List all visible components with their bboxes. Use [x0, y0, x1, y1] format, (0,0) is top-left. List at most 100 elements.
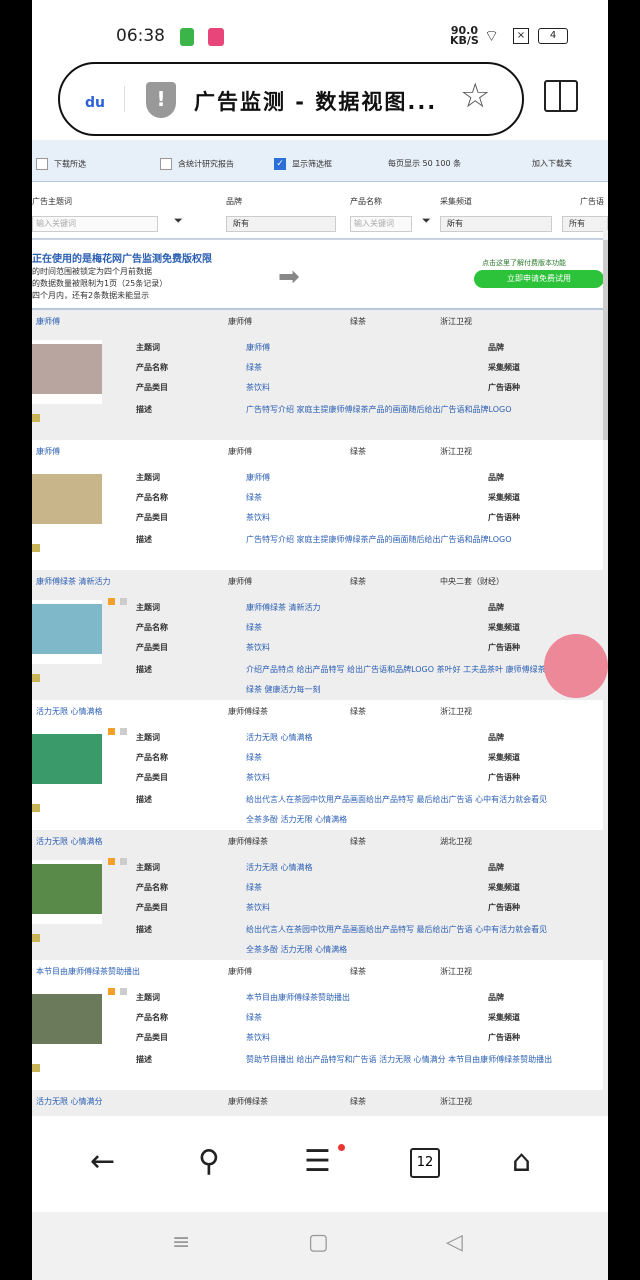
ad-thumbnail[interactable] [32, 340, 102, 404]
field-value[interactable]: 绿茶 [246, 752, 262, 763]
field-label: 广告语种 [488, 1033, 520, 1042]
free-version-notice: 正在使用的是梅花网广告监测免费版权限 的时间范围被锁定为四个月前数据 的数据数量… [32, 240, 608, 310]
add-to-download-button[interactable]: 加入下载夹 [532, 158, 572, 169]
field-value[interactable]: 本节目由康师傅绿茶赞助播出 [246, 992, 350, 1003]
favorite-icon[interactable] [32, 544, 40, 552]
include-report-checkbox[interactable]: 含统计研究报告 [160, 158, 234, 170]
field-label: 广告语种 [488, 513, 520, 522]
back-triangle-icon[interactable]: ◁ [446, 1230, 463, 1255]
product-input[interactable]: 输入关键词 [350, 216, 412, 232]
record-product: 绿茶 [350, 837, 366, 846]
apply-free-trial-button[interactable]: 立即申请免费试用 [474, 270, 604, 288]
per-page-selector[interactable]: 每页显示 50 100 条 [388, 158, 461, 169]
field-value[interactable]: 绿茶 [246, 882, 262, 893]
filter-icon[interactable]: ⏷ [422, 214, 431, 228]
ad-thumbnail[interactable] [32, 990, 102, 1054]
media-type-icon[interactable] [108, 988, 115, 995]
checkbox[interactable] [160, 158, 172, 170]
record-brand: 康师傅绿茶 [228, 1097, 268, 1106]
brand-select[interactable]: 所有 ⌄ [226, 216, 336, 232]
channel-select[interactable]: 所有 ⌄ [440, 216, 552, 232]
ad-record: 康师傅绿茶 清新活力 康师傅 绿茶 中央二套（财经） 主题词 康师傅绿茶 清新活力… [32, 570, 608, 700]
home-icon[interactable]: ⌂ [512, 1144, 531, 1179]
checkbox-checked[interactable]: ✓ [274, 158, 286, 170]
field-value[interactable]: 茶饮料 [246, 1032, 270, 1043]
notice-line: 四个月内，还有2条数据未能显示 [32, 291, 150, 300]
ad-thumbnail[interactable] [32, 470, 102, 534]
search-icon[interactable]: ⚲ [198, 1144, 220, 1179]
field-value[interactable]: 给出代言人在茶园中饮用产品画面给出产品特写 最后给出广告语 心中有活力就会看见 [246, 924, 547, 935]
media-type-icon[interactable] [108, 858, 115, 865]
favorite-icon[interactable] [32, 674, 40, 682]
download-selected-button[interactable]: 下载所选 [36, 158, 86, 170]
ad-thumbnail[interactable] [32, 600, 102, 664]
filter-label-product: 产品名称 [350, 197, 382, 206]
field-value[interactable]: 康师傅 [246, 472, 270, 483]
field-value[interactable]: 茶饮料 [246, 642, 270, 653]
record-title-link[interactable]: 康师傅 [36, 446, 60, 457]
media-type-icon[interactable] [108, 728, 115, 735]
record-title-link[interactable]: 活力无限 心情满分 [36, 1096, 103, 1107]
favorite-icon[interactable] [32, 804, 40, 812]
shield-warning-icon[interactable]: ! [146, 82, 176, 118]
field-value[interactable]: 介绍产品特点 给出产品特写 给出广告语和品牌LOGO 茶叶好 工夫品茶叶 康师傅… [246, 664, 546, 675]
address-bar[interactable]: du ! 广告监测 - 数据视图... ☆ [58, 62, 524, 136]
show-filter-checkbox[interactable]: ✓ 显示筛选框 [274, 158, 332, 170]
menu-icon[interactable]: ☰ [304, 1144, 331, 1179]
record-title-link[interactable]: 康师傅 [36, 316, 60, 327]
ad-thumbnail[interactable] [32, 860, 102, 924]
record-title-link[interactable]: 活力无限 心情满格 [36, 706, 103, 717]
record-brand: 康师傅绿茶 [228, 707, 268, 716]
field-value[interactable]: 活力无限 心情满格 [246, 732, 313, 743]
ad-record: 活力无限 心情满格 康师傅绿茶 绿茶 浙江卫视 主题词 活力无限 心情满格 品牌 产品… [32, 700, 608, 830]
field-value[interactable]: 茶饮料 [246, 902, 270, 913]
field-label: 主题词 [136, 863, 160, 872]
record-title-link[interactable]: 活力无限 心情满格 [36, 836, 103, 847]
media-type-icon[interactable] [120, 598, 127, 605]
field-value[interactable]: 康师傅 [246, 342, 270, 353]
field-label: 品牌 [488, 993, 504, 1002]
field-value[interactable]: 绿茶 [246, 1012, 262, 1023]
record-product: 绿茶 [350, 317, 366, 326]
field-value[interactable]: 康师傅绿茶 清新活力 [246, 602, 321, 613]
media-type-icon[interactable] [120, 988, 127, 995]
back-icon[interactable]: ← [90, 1144, 115, 1179]
page-title[interactable]: 广告监测 - 数据视图... [194, 86, 437, 116]
field-value[interactable]: 茶饮料 [246, 512, 270, 523]
ad-thumbnail[interactable] [32, 730, 102, 794]
bookmark-star-icon[interactable]: ☆ [460, 76, 490, 116]
favorite-icon[interactable] [32, 414, 40, 422]
record-brand: 康师傅 [228, 447, 252, 456]
record-title-link[interactable]: 本节目由康师傅绿茶赞助播出 [36, 966, 140, 977]
arrow-right-icon: ➡ [278, 262, 300, 292]
scrollbar-thumb[interactable] [603, 240, 608, 440]
field-value[interactable]: 广告特写介绍 家庭主提康师傅绿茶产品的画面随后给出广告语和品牌LOGO [246, 404, 512, 415]
ad-record: 本节目由康师傅绿茶赞助播出 康师傅 绿茶 浙江卫视 主题词 本节目由康师傅绿茶赞助… [32, 960, 608, 1090]
field-value[interactable]: 给出代言人在茶园中饮用产品画面给出产品特写 最后给出广告语 心中有活力就会看见 [246, 794, 547, 805]
favorite-icon[interactable] [32, 934, 40, 942]
filter-icon[interactable]: ⏷ [174, 214, 183, 228]
field-value[interactable]: 赞助节目播出 给出产品特写和广告语 活力无限 心情满分 本节目由康师傅绿茶赞助播… [246, 1054, 552, 1065]
media-type-icon[interactable] [108, 598, 115, 605]
media-type-icon[interactable] [120, 728, 127, 735]
media-type-icon[interactable] [120, 858, 127, 865]
lang-select[interactable]: 所有 [562, 216, 608, 232]
field-value[interactable]: 茶饮料 [246, 382, 270, 393]
favorite-icon[interactable] [32, 1064, 40, 1072]
field-value[interactable]: 绿茶 [246, 492, 262, 503]
field-value[interactable]: 广告特写介绍 家庭主提康师傅绿茶产品的画面随后给出广告语和品牌LOGO [246, 534, 512, 545]
field-value[interactable]: 活力无限 心情满格 [246, 862, 313, 873]
tabs-button[interactable]: 12 [410, 1148, 440, 1178]
notice-title: 正在使用的是梅花网广告监测免费版权限 [32, 254, 212, 265]
paid-version-link[interactable]: 点击这里了解付费版本功能 [482, 258, 566, 268]
field-value[interactable]: 茶饮料 [246, 772, 270, 783]
recents-icon[interactable]: ≡ [172, 1230, 190, 1255]
record-title-link[interactable]: 康师傅绿茶 清新活力 [36, 576, 111, 587]
field-value[interactable]: 绿茶 [246, 362, 262, 373]
home-square-icon[interactable]: ▢ [308, 1230, 329, 1255]
baidu-logo-icon[interactable]: du [80, 84, 110, 114]
keyword-input[interactable]: 输入关键词 [32, 216, 158, 232]
record-channel: 浙江卫视 [440, 447, 472, 456]
reader-mode-icon[interactable] [544, 80, 578, 112]
field-value[interactable]: 绿茶 [246, 622, 262, 633]
